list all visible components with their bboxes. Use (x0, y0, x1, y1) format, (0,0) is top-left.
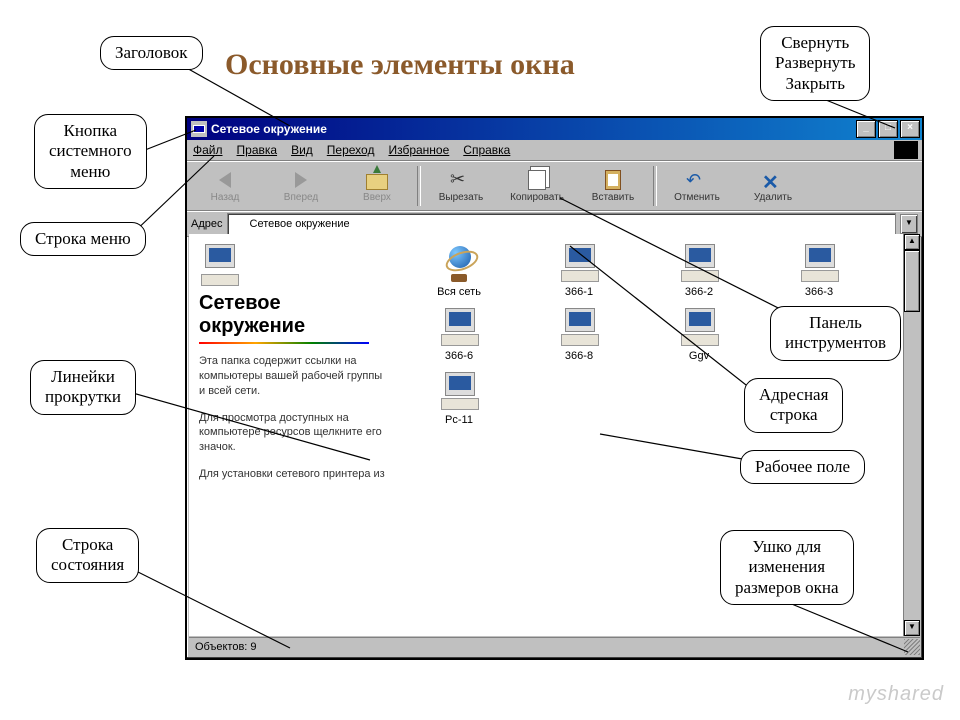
callout-status: Строка состояния (36, 528, 139, 583)
menu-edit[interactable]: Правка (237, 143, 278, 157)
cut-button[interactable]: ✂Вырезать (423, 164, 499, 208)
menu-bar: Файл Правка Вид Переход Избранное Справк… (187, 140, 922, 161)
computer-icon (559, 244, 599, 282)
file-icon[interactable]: 366-1 (539, 244, 619, 298)
file-label: 366-1 (565, 286, 593, 298)
scroll-thumb[interactable] (904, 250, 920, 312)
file-label: Вся сеть (437, 286, 481, 298)
delete-button[interactable]: ✕Удалить (735, 164, 811, 208)
file-icon[interactable]: Ggv (659, 308, 739, 362)
menu-view[interactable]: Вид (291, 143, 313, 157)
status-text: Объектов: 9 (195, 641, 257, 653)
close-button[interactable]: × (900, 120, 920, 138)
callout-scroll: Линейки прокрутки (30, 360, 136, 415)
watermark: myshared (848, 683, 944, 706)
menu-go[interactable]: Переход (327, 143, 375, 157)
vertical-scrollbar[interactable]: ▲ ▼ (903, 234, 920, 636)
maximize-button[interactable]: □ (878, 120, 898, 138)
computer-icon (799, 244, 839, 282)
window-title: Сетевое окружение (211, 122, 854, 136)
network-neighborhood-icon (199, 244, 247, 286)
computer-icon (439, 372, 479, 410)
file-icon[interactable]: 366-3 (779, 244, 859, 298)
callout-toolbar: Панель инструментов (770, 306, 901, 361)
panel-text: Для просмотра доступных на компьютере ре… (199, 411, 389, 456)
callout-workarea: Рабочее поле (740, 450, 865, 484)
status-bar: Объектов: 9 (189, 637, 920, 656)
file-label: 366-8 (565, 350, 593, 362)
panel-heading: Сетевоеокружение (199, 292, 389, 338)
callout-resize: Ушко для изменения размеров окна (720, 530, 854, 605)
panel-text: Для установки сетевого принтера из (199, 467, 389, 482)
windows-logo-icon (894, 141, 918, 159)
paste-button[interactable]: Вставить (575, 164, 651, 208)
forward-button[interactable]: Вперед (263, 164, 339, 208)
title-bar[interactable]: Сетевое окружение _ □ × (187, 118, 922, 140)
resize-grip[interactable] (904, 639, 920, 655)
side-panel: Сетевоеокружение Эта папка содержит ссыл… (189, 234, 399, 636)
callout-address: Адресная строка (744, 378, 843, 433)
system-menu-icon[interactable] (191, 121, 207, 137)
network-icon (232, 217, 246, 231)
file-icon[interactable]: 366-2 (659, 244, 739, 298)
minimize-button[interactable]: _ (856, 120, 876, 138)
computer-icon (439, 308, 479, 346)
toolbar-separator (417, 166, 421, 206)
file-label: 366-6 (445, 350, 473, 362)
panel-text: Эта папка содержит ссылки на компьютеры … (199, 354, 389, 399)
scroll-up-button[interactable]: ▲ (904, 234, 920, 250)
computer-icon (679, 244, 719, 282)
copy-button[interactable]: Копировать (499, 164, 575, 208)
toolbar: Назад Вперед Вверх ✂Вырезать Копировать … (187, 161, 922, 211)
menu-file[interactable]: Файл (193, 143, 223, 157)
file-label: Pc-11 (445, 414, 473, 426)
globe-icon (439, 244, 479, 282)
decorative-rule (199, 342, 369, 344)
callout-winbtns: Свернуть Развернуть Закрыть (760, 26, 870, 101)
address-field[interactable]: Сетевое окружение (227, 213, 897, 235)
up-button[interactable]: Вверх (339, 164, 415, 208)
address-label: Адрес (191, 218, 223, 230)
file-icon[interactable]: 366-6 (419, 308, 499, 362)
callout-sysmenu: Кнопка системного меню (34, 114, 147, 189)
file-label: Ggv (689, 350, 709, 362)
toolbar-separator (653, 166, 657, 206)
callout-title: Заголовок (100, 36, 203, 70)
file-label: 366-3 (805, 286, 833, 298)
file-icon[interactable]: Вся сеть (419, 244, 499, 298)
back-button[interactable]: Назад (187, 164, 263, 208)
undo-button[interactable]: ↶Отменить (659, 164, 735, 208)
file-label: 366-2 (685, 286, 713, 298)
address-dropdown-button[interactable]: ▼ (900, 214, 918, 234)
menu-favorites[interactable]: Избранное (388, 143, 449, 157)
file-icon[interactable]: Pc-11 (419, 372, 499, 426)
computer-icon (559, 308, 599, 346)
computer-icon (679, 308, 719, 346)
file-icon[interactable]: 366-8 (539, 308, 619, 362)
menu-help[interactable]: Справка (463, 143, 510, 157)
scroll-down-button[interactable]: ▼ (904, 620, 920, 636)
callout-menubar: Строка меню (20, 222, 146, 256)
slide-title: Основные элементы окна (225, 48, 575, 82)
address-value: Сетевое окружение (250, 218, 350, 230)
